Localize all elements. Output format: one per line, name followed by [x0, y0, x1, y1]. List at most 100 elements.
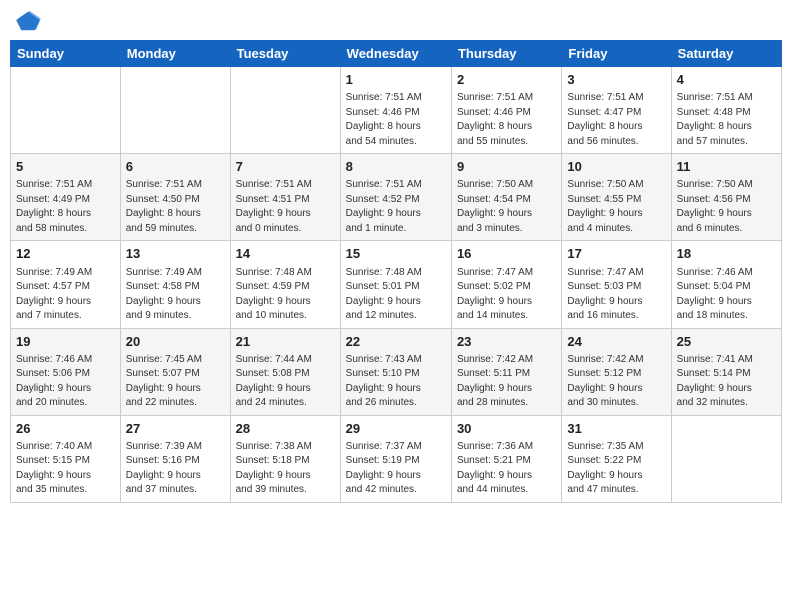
day-info: Sunrise: 7:51 AM Sunset: 4:50 PM Dayligh…	[126, 178, 225, 236]
day-info: Sunrise: 7:45 AM Sunset: 5:07 PM Dayligh…	[126, 353, 225, 411]
logo	[14, 10, 46, 32]
day-info: Sunrise: 7:35 AM Sunset: 5:22 PM Dayligh…	[567, 440, 665, 498]
calendar-cell: 10 Sunrise: 7:50 AM Sunset: 4:55 PM Dayli…	[562, 154, 671, 241]
day-info: Sunrise: 7:40 AM Sunset: 5:15 PM Dayligh…	[16, 440, 115, 498]
calendar-cell: 17 Sunrise: 7:47 AM Sunset: 5:03 PM Dayli…	[562, 241, 671, 328]
header-day-wednesday: Wednesday	[340, 41, 451, 67]
day-number: 25	[677, 333, 776, 351]
calendar-cell	[120, 67, 230, 154]
calendar-cell: 12 Sunrise: 7:49 AM Sunset: 4:57 PM Dayli…	[11, 241, 121, 328]
header-day-saturday: Saturday	[671, 41, 781, 67]
day-info: Sunrise: 7:37 AM Sunset: 5:19 PM Dayligh…	[346, 440, 446, 498]
day-info: Sunrise: 7:46 AM Sunset: 5:04 PM Dayligh…	[677, 266, 776, 324]
day-number: 11	[677, 158, 776, 176]
calendar-week-3: 12 Sunrise: 7:49 AM Sunset: 4:57 PM Dayli…	[11, 241, 782, 328]
day-number: 16	[457, 245, 556, 263]
calendar-cell: 8Sunrise: 7:51 AM Sunset: 4:52 PM Daylig…	[340, 154, 451, 241]
day-info: Sunrise: 7:44 AM Sunset: 5:08 PM Dayligh…	[236, 353, 335, 411]
day-number: 12	[16, 245, 115, 263]
calendar-table: SundayMondayTuesdayWednesdayThursdayFrid…	[10, 40, 782, 503]
calendar-cell: 28Sunrise: 7:38 AM Sunset: 5:18 PM Dayli…	[230, 415, 340, 502]
day-number: 3	[567, 71, 665, 89]
calendar-week-5: 26 Sunrise: 7:40 AM Sunset: 5:15 PM Dayli…	[11, 415, 782, 502]
day-info: Sunrise: 7:42 AM Sunset: 5:12 PM Dayligh…	[567, 353, 665, 411]
header-day-monday: Monday	[120, 41, 230, 67]
calendar-cell: 20 Sunrise: 7:45 AM Sunset: 5:07 PM Dayli…	[120, 328, 230, 415]
day-number: 22	[346, 333, 446, 351]
day-info: Sunrise: 7:51 AM Sunset: 4:46 PM Dayligh…	[346, 91, 446, 149]
day-number: 9	[457, 158, 556, 176]
day-number: 27	[126, 420, 225, 438]
day-number: 20	[126, 333, 225, 351]
day-number: 15	[346, 245, 446, 263]
day-info: Sunrise: 7:39 AM Sunset: 5:16 PM Dayligh…	[126, 440, 225, 498]
day-number: 14	[236, 245, 335, 263]
page-header	[10, 10, 782, 32]
day-number: 31	[567, 420, 665, 438]
day-info: Sunrise: 7:51 AM Sunset: 4:51 PM Dayligh…	[236, 178, 335, 236]
calendar-week-4: 19Sunrise: 7:46 AM Sunset: 5:06 PM Dayli…	[11, 328, 782, 415]
day-info: Sunrise: 7:50 AM Sunset: 4:56 PM Dayligh…	[677, 178, 776, 236]
calendar-cell: 16 Sunrise: 7:47 AM Sunset: 5:02 PM Dayli…	[451, 241, 561, 328]
day-number: 17	[567, 245, 665, 263]
calendar-cell	[230, 67, 340, 154]
day-info: Sunrise: 7:41 AM Sunset: 5:14 PM Dayligh…	[677, 353, 776, 411]
calendar-cell: 13 Sunrise: 7:49 AM Sunset: 4:58 PM Dayli…	[120, 241, 230, 328]
calendar-week-1: 1 Sunrise: 7:51 AM Sunset: 4:46 PM Daylig…	[11, 67, 782, 154]
calendar-cell: 21 Sunrise: 7:44 AM Sunset: 5:08 PM Dayli…	[230, 328, 340, 415]
day-info: Sunrise: 7:47 AM Sunset: 5:03 PM Dayligh…	[567, 266, 665, 324]
day-info: Sunrise: 7:51 AM Sunset: 4:47 PM Dayligh…	[567, 91, 665, 149]
logo-icon	[14, 10, 42, 32]
day-number: 4	[677, 71, 776, 89]
calendar-cell: 7 Sunrise: 7:51 AM Sunset: 4:51 PM Daylig…	[230, 154, 340, 241]
calendar-cell: 6 Sunrise: 7:51 AM Sunset: 4:50 PM Daylig…	[120, 154, 230, 241]
calendar-cell: 30 Sunrise: 7:36 AM Sunset: 5:21 PM Dayli…	[451, 415, 561, 502]
day-number: 1	[346, 71, 446, 89]
calendar-cell: 26 Sunrise: 7:40 AM Sunset: 5:15 PM Dayli…	[11, 415, 121, 502]
calendar-cell: 25 Sunrise: 7:41 AM Sunset: 5:14 PM Dayli…	[671, 328, 781, 415]
calendar-cell: 22 Sunrise: 7:43 AM Sunset: 5:10 PM Dayli…	[340, 328, 451, 415]
calendar-cell: 31 Sunrise: 7:35 AM Sunset: 5:22 PM Dayli…	[562, 415, 671, 502]
day-info: Sunrise: 7:42 AM Sunset: 5:11 PM Dayligh…	[457, 353, 556, 411]
calendar-cell: 23 Sunrise: 7:42 AM Sunset: 5:11 PM Dayli…	[451, 328, 561, 415]
header-day-thursday: Thursday	[451, 41, 561, 67]
day-number: 7	[236, 158, 335, 176]
day-info: Sunrise: 7:49 AM Sunset: 4:57 PM Dayligh…	[16, 266, 115, 324]
calendar-cell: 24 Sunrise: 7:42 AM Sunset: 5:12 PM Dayli…	[562, 328, 671, 415]
day-number: 28	[236, 420, 335, 438]
calendar-cell: 4Sunrise: 7:51 AM Sunset: 4:48 PM Daylig…	[671, 67, 781, 154]
calendar-cell: 18Sunrise: 7:46 AM Sunset: 5:04 PM Dayli…	[671, 241, 781, 328]
calendar-cell	[671, 415, 781, 502]
day-number: 6	[126, 158, 225, 176]
day-info: Sunrise: 7:50 AM Sunset: 4:55 PM Dayligh…	[567, 178, 665, 236]
day-info: Sunrise: 7:48 AM Sunset: 5:01 PM Dayligh…	[346, 266, 446, 324]
day-number: 23	[457, 333, 556, 351]
day-number: 10	[567, 158, 665, 176]
day-info: Sunrise: 7:49 AM Sunset: 4:58 PM Dayligh…	[126, 266, 225, 324]
header-day-sunday: Sunday	[11, 41, 121, 67]
calendar-cell: 14 Sunrise: 7:48 AM Sunset: 4:59 PM Dayli…	[230, 241, 340, 328]
day-number: 13	[126, 245, 225, 263]
day-info: Sunrise: 7:51 AM Sunset: 4:49 PM Dayligh…	[16, 178, 115, 236]
calendar-cell: 3 Sunrise: 7:51 AM Sunset: 4:47 PM Daylig…	[562, 67, 671, 154]
calendar-week-2: 5 Sunrise: 7:51 AM Sunset: 4:49 PM Daylig…	[11, 154, 782, 241]
day-number: 5	[16, 158, 115, 176]
day-info: Sunrise: 7:50 AM Sunset: 4:54 PM Dayligh…	[457, 178, 556, 236]
calendar-cell: 19Sunrise: 7:46 AM Sunset: 5:06 PM Dayli…	[11, 328, 121, 415]
day-info: Sunrise: 7:48 AM Sunset: 4:59 PM Dayligh…	[236, 266, 335, 324]
day-number: 19	[16, 333, 115, 351]
calendar-cell: 1 Sunrise: 7:51 AM Sunset: 4:46 PM Daylig…	[340, 67, 451, 154]
day-number: 24	[567, 333, 665, 351]
calendar-cell: 11 Sunrise: 7:50 AM Sunset: 4:56 PM Dayli…	[671, 154, 781, 241]
day-info: Sunrise: 7:36 AM Sunset: 5:21 PM Dayligh…	[457, 440, 556, 498]
calendar-cell: 15 Sunrise: 7:48 AM Sunset: 5:01 PM Dayli…	[340, 241, 451, 328]
day-number: 21	[236, 333, 335, 351]
day-info: Sunrise: 7:47 AM Sunset: 5:02 PM Dayligh…	[457, 266, 556, 324]
calendar-cell: 27 Sunrise: 7:39 AM Sunset: 5:16 PM Dayli…	[120, 415, 230, 502]
day-number: 26	[16, 420, 115, 438]
calendar-cell: 29Sunrise: 7:37 AM Sunset: 5:19 PM Dayli…	[340, 415, 451, 502]
day-number: 8	[346, 158, 446, 176]
day-info: Sunrise: 7:43 AM Sunset: 5:10 PM Dayligh…	[346, 353, 446, 411]
day-number: 2	[457, 71, 556, 89]
day-number: 30	[457, 420, 556, 438]
